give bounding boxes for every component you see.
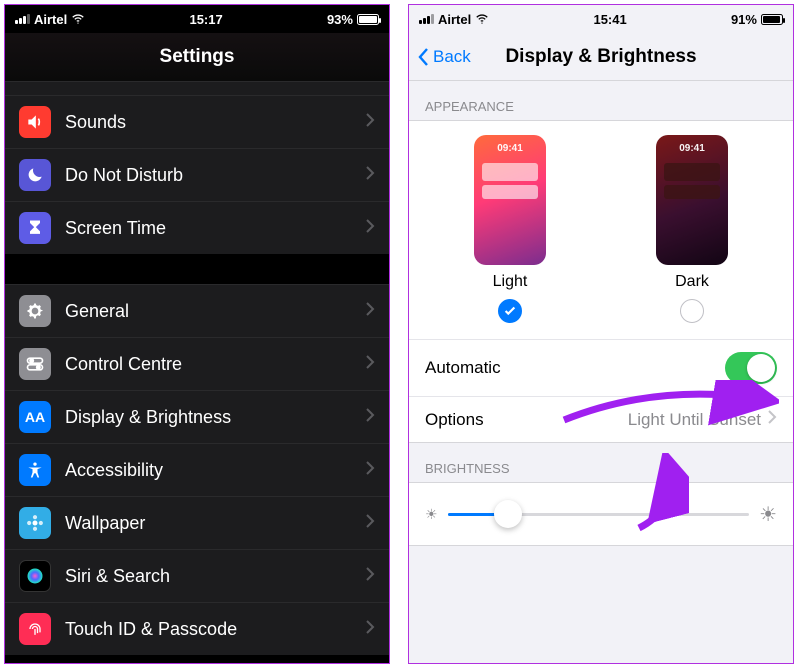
chevron-right-icon [365, 218, 375, 239]
settings-row-display-brightness[interactable]: AA Display & Brightness [5, 390, 389, 443]
appearance-option-dark[interactable]: 09:41 Dark [656, 135, 728, 323]
dark-radio[interactable] [680, 299, 704, 323]
fingerprint-icon [19, 613, 51, 645]
options-label: Options [425, 410, 484, 430]
chevron-right-icon [767, 409, 777, 430]
settings-row-touchid[interactable]: Touch ID & Passcode [5, 602, 389, 655]
wifi-icon [71, 12, 85, 26]
wifi-icon [475, 12, 489, 26]
dark-theme-thumbnail: 09:41 [656, 135, 728, 265]
back-button[interactable]: Back [417, 33, 471, 80]
row-label: Do Not Disturb [65, 165, 183, 186]
battery-icon [357, 14, 379, 25]
dark-label: Dark [675, 273, 709, 291]
settings-row-siri[interactable]: Siri & Search [5, 549, 389, 602]
settings-row-screentime[interactable]: Screen Time [5, 201, 389, 254]
cell-signal-icon [15, 14, 30, 24]
settings-row-control-centre[interactable]: Control Centre [5, 337, 389, 390]
display-brightness-screen: Airtel 15:41 91% Back Display & Brightne… [408, 4, 794, 664]
row-label: Touch ID & Passcode [65, 619, 237, 640]
carrier-label: Airtel [34, 12, 67, 27]
appearance-header: APPEARANCE [409, 81, 793, 120]
status-bar: Airtel 15:41 91% [409, 5, 793, 33]
cell-signal-icon [419, 14, 434, 24]
row-label: Display & Brightness [65, 407, 231, 428]
row-label: Screen Time [65, 218, 166, 239]
section-gap [5, 254, 389, 284]
automatic-toggle[interactable] [725, 352, 777, 384]
light-label: Light [493, 273, 528, 291]
chevron-right-icon [365, 354, 375, 375]
appearance-group: 09:41 Light 09:41 Dark Automatic [409, 120, 793, 443]
settings-screen-dark: Airtel 15:17 93% Settings Sounds Do Not … [4, 4, 390, 664]
chevron-right-icon [365, 566, 375, 587]
row-label: Control Centre [65, 354, 182, 375]
row-label: Sounds [65, 112, 126, 133]
row-label: Accessibility [65, 460, 163, 481]
settings-row-general[interactable]: General [5, 284, 389, 337]
page-title: Settings [160, 46, 235, 68]
light-theme-thumbnail: 09:41 [474, 135, 546, 265]
status-bar: Airtel 15:17 93% [5, 5, 389, 33]
settings-row-sounds[interactable]: Sounds [5, 95, 389, 148]
row-label: General [65, 301, 129, 322]
settings-row-wallpaper[interactable]: Wallpaper [5, 496, 389, 549]
settings-row-dnd[interactable]: Do Not Disturb [5, 148, 389, 201]
battery-percent: 91% [731, 12, 757, 27]
battery-percent: 93% [327, 12, 353, 27]
siri-icon [19, 560, 51, 592]
text-size-icon: AA [19, 401, 51, 433]
row-label: Siri & Search [65, 566, 170, 587]
back-label: Back [433, 47, 471, 67]
brightness-group: ☀︎ ☀︎ [409, 482, 793, 546]
appearance-option-light[interactable]: 09:41 Light [474, 135, 546, 323]
chevron-right-icon [365, 112, 375, 133]
battery-icon [761, 14, 783, 25]
gear-icon [19, 295, 51, 327]
brightness-slider-row: ☀︎ ☀︎ [409, 483, 793, 545]
accessibility-icon [19, 454, 51, 486]
toggles-icon [19, 348, 51, 380]
row-partial-top[interactable] [5, 81, 389, 95]
chevron-right-icon [365, 301, 375, 322]
row-label: Wallpaper [65, 513, 145, 534]
chevron-right-icon [365, 513, 375, 534]
nav-header: Settings [5, 33, 389, 81]
nav-header: Back Display & Brightness [409, 33, 793, 81]
brightness-slider[interactable] [448, 499, 750, 529]
settings-row-accessibility[interactable]: Accessibility [5, 443, 389, 496]
light-radio-selected[interactable] [498, 299, 522, 323]
moon-icon [19, 159, 51, 191]
clock: 15:17 [189, 12, 222, 27]
sun-min-icon: ☀︎ [425, 506, 438, 523]
sounds-icon [19, 106, 51, 138]
page-title: Display & Brightness [505, 46, 696, 68]
chevron-right-icon [365, 165, 375, 186]
flower-icon [19, 507, 51, 539]
options-row[interactable]: Options Light Until Sunset [409, 396, 793, 442]
chevron-right-icon [365, 619, 375, 640]
appearance-options: 09:41 Light 09:41 Dark [409, 121, 793, 339]
carrier-label: Airtel [438, 12, 471, 27]
options-value: Light Until Sunset [628, 410, 761, 430]
sun-max-icon: ☀︎ [759, 502, 777, 527]
hourglass-icon [19, 212, 51, 244]
automatic-label: Automatic [425, 358, 501, 378]
brightness-header: BRIGHTNESS [409, 443, 793, 482]
automatic-row: Automatic [409, 339, 793, 396]
settings-list: Sounds Do Not Disturb Screen Time Genera… [5, 81, 389, 655]
chevron-right-icon [365, 460, 375, 481]
chevron-right-icon [365, 407, 375, 428]
clock: 15:41 [593, 12, 626, 27]
